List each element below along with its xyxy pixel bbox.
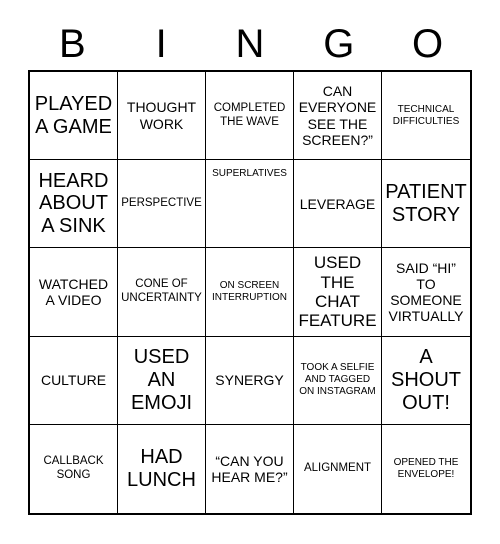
bingo-header-letter-3: N bbox=[235, 22, 265, 66]
bingo-card: B I N G O PLAYED A GAME THOUGHT WORK COMPLETED… bbox=[0, 0, 500, 544]
bingo-cell-r4c3[interactable]: SYNERGY bbox=[206, 336, 294, 425]
bingo-header: BINGO bbox=[28, 18, 472, 70]
bingo-cell-label: ON SCREEN INTERRUPTION bbox=[212, 279, 287, 303]
bingo-grid: PLAYED A GAME THOUGHT WORK COMPLETED THE W… bbox=[28, 70, 472, 515]
bingo-cell-r5c5[interactable]: OPENED THE ENVELOPE! bbox=[382, 424, 470, 513]
bingo-cell-r2c1[interactable]: HEARD ABOUT A SINK bbox=[30, 160, 118, 249]
bingo-cell-label: HAD LUNCH bbox=[127, 446, 196, 491]
bingo-cell-r5c2[interactable]: HAD LUNCH bbox=[118, 424, 206, 513]
bingo-cell-label: SUPERLATIVES bbox=[212, 168, 287, 180]
bingo-cell-r5c3[interactable]: “CAN YOU HEAR ME?” bbox=[206, 424, 294, 513]
bingo-cell-r5c4[interactable]: ALIGNMENT bbox=[294, 424, 382, 513]
bingo-header-letter-2: I bbox=[155, 22, 167, 66]
bingo-cell-r1c5[interactable]: TECHNICAL DIFFICULTIES bbox=[382, 72, 470, 161]
bingo-cell-label: PATIENT STORY bbox=[385, 180, 467, 226]
bingo-cell-label: LEVERAGE bbox=[299, 195, 376, 212]
bingo-cell-label: PERSPECTIVE bbox=[121, 197, 202, 209]
bingo-cell-r3c4[interactable]: USED THE CHAT FEATURE bbox=[294, 248, 382, 337]
bingo-cell-label: SAID “HI” TO SOMEONE VIRTUALLY bbox=[388, 259, 464, 325]
bingo-cell-label: A SHOUT OUT! bbox=[391, 346, 461, 414]
bingo-cell-r4c4[interactable]: TOOK A SELFIE AND TAGGED ON INSTAGRAM bbox=[294, 336, 382, 425]
bingo-cell-r4c5[interactable]: A SHOUT OUT! bbox=[382, 336, 470, 425]
bingo-header-letter-4: G bbox=[323, 22, 355, 66]
bingo-cell-r1c1[interactable]: PLAYED A GAME bbox=[30, 72, 118, 161]
bingo-cell-label: CONE OF UNCERTAINTY bbox=[121, 278, 202, 304]
bingo-cell-r2c2[interactable]: PERSPECTIVE bbox=[118, 160, 206, 249]
bingo-cell-label: SYNERGY bbox=[215, 372, 284, 389]
bingo-cell-label: OPENED THE ENVELOPE! bbox=[393, 456, 459, 480]
bingo-cell-r5c1[interactable]: CALLBACK SONG bbox=[30, 424, 118, 513]
bingo-cell-r2c5[interactable]: PATIENT STORY bbox=[382, 160, 470, 249]
bingo-cell-label: ALIGNMENT bbox=[303, 462, 372, 475]
bingo-cell-label: USED THE CHAT FEATURE bbox=[298, 253, 377, 331]
bingo-cell-r3c1[interactable]: WATCHED A VIDEO bbox=[30, 248, 118, 337]
bingo-cell-label: PLAYED A GAME bbox=[34, 92, 113, 138]
bingo-cell-r4c1[interactable]: CULTURE bbox=[30, 336, 118, 425]
bingo-cell-label: CAN EVERYONE SEE THE SCREEN?” bbox=[298, 83, 377, 148]
bingo-cell-label: CULTURE bbox=[40, 372, 107, 389]
bingo-cell-r1c2[interactable]: THOUGHT WORK bbox=[118, 72, 206, 161]
bingo-cell-label: TOOK A SELFIE AND TAGGED ON INSTAGRAM bbox=[299, 362, 376, 398]
bingo-cell-r2c3[interactable]: SUPERLATIVES bbox=[206, 160, 294, 249]
bingo-cell-label: TECHNICAL DIFFICULTIES bbox=[392, 103, 460, 127]
bingo-cell-r1c3[interactable]: COMPLETED THE WAVE bbox=[206, 72, 294, 161]
bingo-cell-r3c3[interactable]: ON SCREEN INTERRUPTION bbox=[206, 248, 294, 337]
bingo-cell-label: WATCHED A VIDEO bbox=[38, 275, 109, 308]
bingo-cell-label: HEARD ABOUT A SINK bbox=[38, 169, 109, 238]
bingo-cell-r1c4[interactable]: CAN EVERYONE SEE THE SCREEN?” bbox=[294, 72, 382, 161]
bingo-cell-label: CALLBACK SONG bbox=[43, 455, 104, 481]
bingo-cell-r3c5[interactable]: SAID “HI” TO SOMEONE VIRTUALLY bbox=[382, 248, 470, 337]
bingo-cell-label: COMPLETED THE WAVE bbox=[213, 102, 286, 128]
bingo-cell-r2c4[interactable]: LEVERAGE bbox=[294, 160, 382, 249]
bingo-cell-label: USED AN EMOJI bbox=[130, 346, 193, 414]
bingo-cell-label: THOUGHT WORK bbox=[126, 99, 197, 132]
bingo-cell-label: “CAN YOU HEAR ME?” bbox=[211, 452, 288, 485]
bingo-header-letter-1: B bbox=[59, 22, 86, 66]
bingo-cell-r3c2[interactable]: CONE OF UNCERTAINTY bbox=[118, 248, 206, 337]
bingo-cell-r4c2[interactable]: USED AN EMOJI bbox=[118, 336, 206, 425]
bingo-header-letter-5: O bbox=[412, 22, 444, 66]
